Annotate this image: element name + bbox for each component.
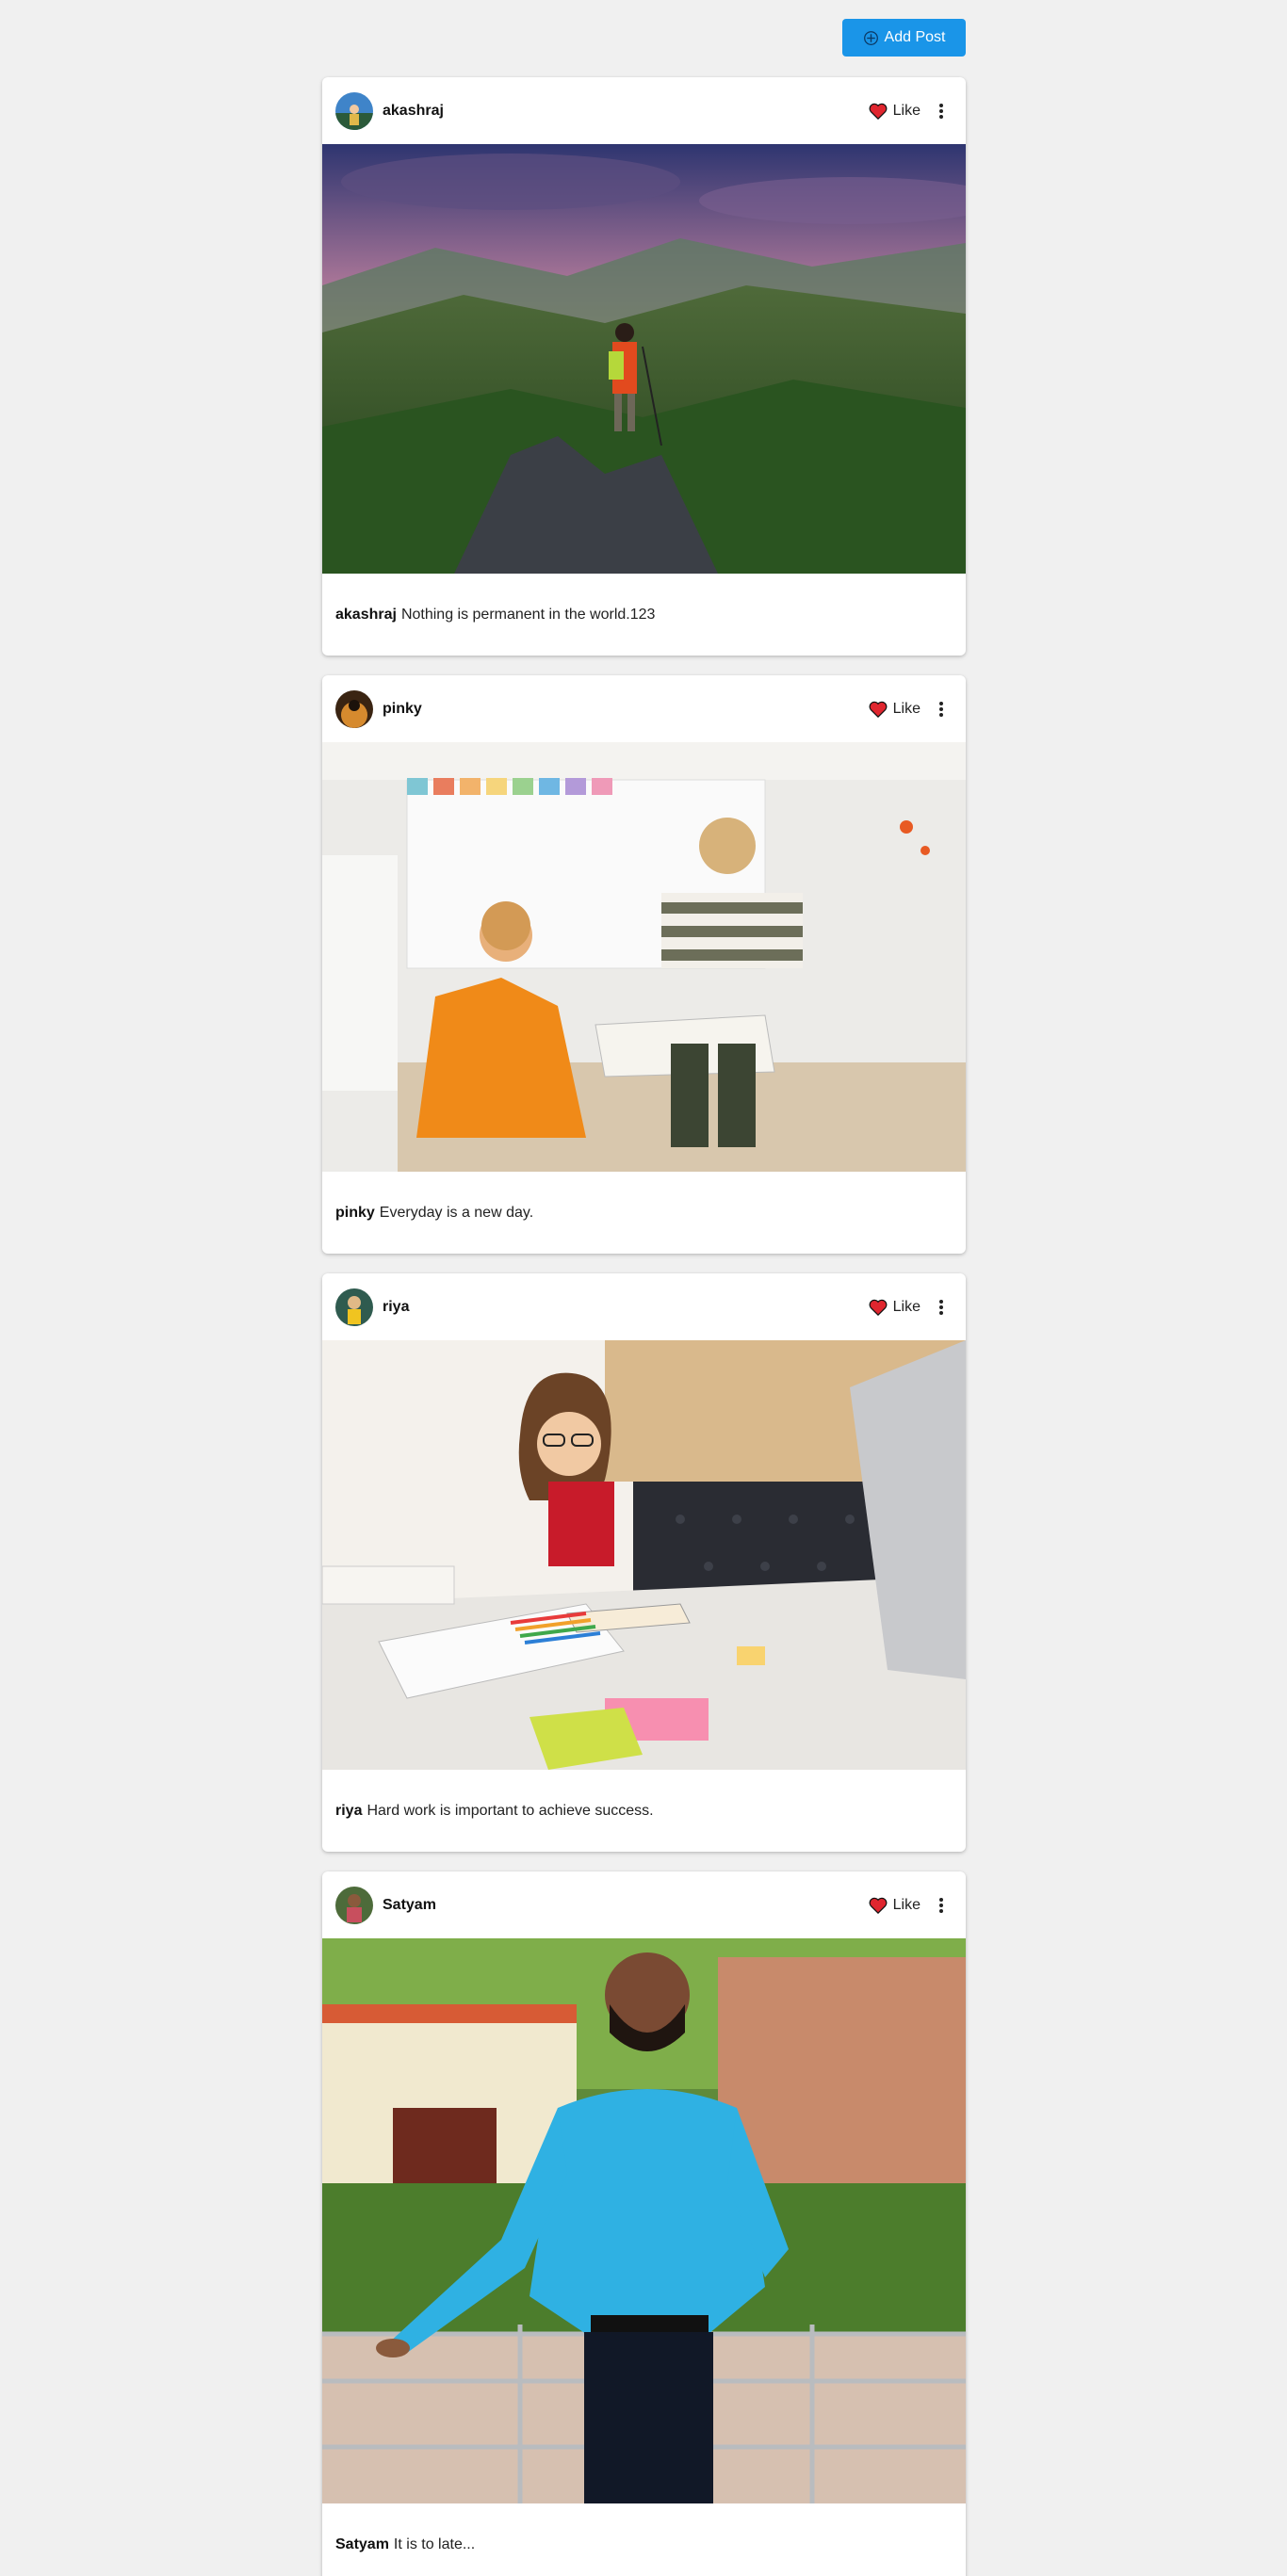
add-post-button[interactable]: Add Post [842,19,966,57]
like-button[interactable]: Like [869,103,920,120]
avatar[interactable] [335,91,373,130]
avatar[interactable] [335,1886,373,1924]
post-header: pinky Like [322,675,966,742]
avatar[interactable] [335,689,373,728]
more-options-button[interactable] [930,1296,953,1319]
post-actions: Like [869,1296,953,1319]
post-username[interactable]: akashraj [383,103,444,120]
more-options-button[interactable] [930,1894,953,1917]
post-feed: akashraj Like akashraj Nothing is perman… [322,77,966,2576]
kebab-menu-icon [939,701,943,717]
like-label: Like [892,1298,920,1315]
post-actions: Like [869,100,953,122]
post-header: Satyam Like [322,1871,966,1938]
post-header: riya Like [322,1273,966,1340]
caption-text: Hard work is important to achieve succes… [367,1802,654,1819]
heart-icon [869,1299,888,1316]
add-post-label: Add Post [884,29,946,45]
like-button[interactable]: Like [869,701,920,718]
caption-text: Nothing is permanent in the world.123 [400,606,656,623]
caption-username[interactable]: akashraj [335,607,397,624]
post-header: akashraj Like [322,77,966,144]
caption-username[interactable]: Satyam [335,2536,389,2553]
post-username[interactable]: riya [383,1299,409,1316]
heart-icon [869,103,888,120]
post-caption: riya Hard work is important to achieve s… [322,1770,966,1852]
post-card: Satyam Like Satyam It is to late... [322,1871,966,2576]
post-caption: Satyam It is to late... [322,2503,966,2576]
post-image [322,144,966,574]
caption-text: It is to late... [393,2535,476,2552]
more-options-button[interactable] [930,698,953,721]
heart-icon [869,701,888,718]
like-button[interactable]: Like [869,1299,920,1316]
post-username[interactable]: pinky [383,701,422,718]
heart-icon [869,1897,888,1914]
like-label: Like [892,1896,920,1913]
post-caption: pinky Everyday is a new day. [322,1172,966,1254]
post-image [322,1938,966,2503]
like-label: Like [892,700,920,717]
more-options-button[interactable] [930,100,953,122]
post-image [322,742,966,1172]
kebab-menu-icon [939,103,943,119]
post-caption: akashraj Nothing is permanent in the wor… [322,574,966,656]
top-toolbar: Add Post [322,19,966,57]
post-actions: Like [869,698,953,721]
post-card: pinky Like pinky Everyday is a new day. [322,675,966,1254]
kebab-menu-icon [939,1299,943,1315]
post-image [322,1340,966,1770]
post-actions: Like [869,1894,953,1917]
caption-username[interactable]: pinky [335,1205,375,1222]
plus-circle-icon [863,30,878,45]
post-username[interactable]: Satyam [383,1897,436,1914]
like-button[interactable]: Like [869,1897,920,1914]
like-label: Like [892,102,920,119]
avatar[interactable] [335,1288,373,1326]
caption-text: Everyday is a new day. [379,1204,534,1221]
post-card: akashraj Like akashraj Nothing is perman… [322,77,966,656]
post-card: riya Like riya Hard work is important to… [322,1273,966,1852]
caption-username[interactable]: riya [335,1803,362,1820]
kebab-menu-icon [939,1897,943,1913]
